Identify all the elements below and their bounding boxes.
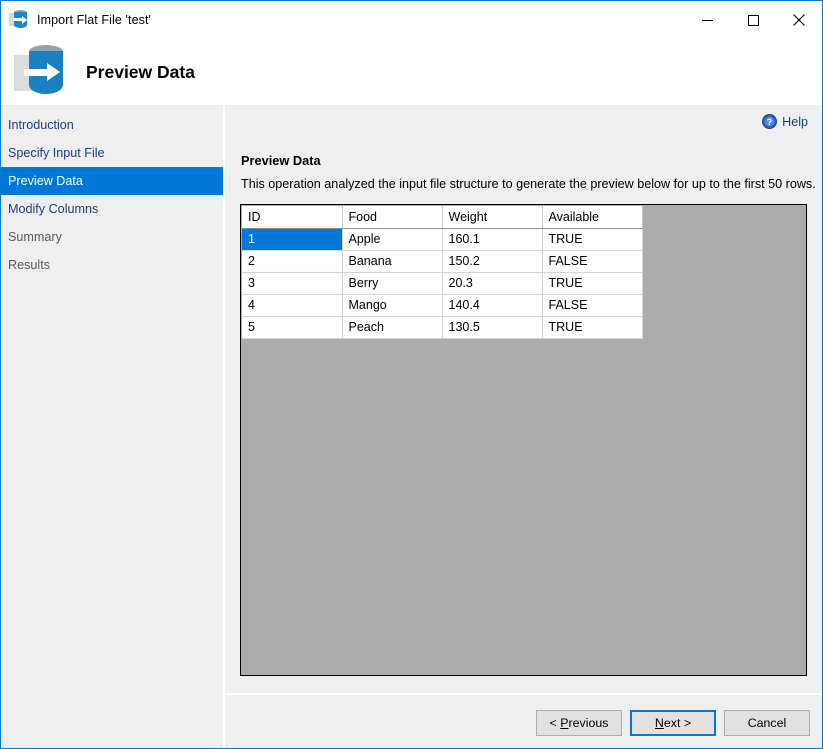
cell-food[interactable]: Banana [342, 250, 442, 272]
import-flat-file-window: Import Flat File 'test' Preview Data Int [0, 0, 823, 749]
svg-text:?: ? [767, 117, 773, 127]
sidebar-item-introduction[interactable]: Introduction [1, 111, 223, 139]
table-header-row: ID Food Weight Available [242, 206, 642, 228]
cell-weight[interactable]: 140.4 [442, 294, 542, 316]
cell-available[interactable]: TRUE [542, 228, 642, 250]
table-row[interactable]: 2 Banana 150.2 FALSE [242, 250, 642, 272]
next-button[interactable]: Next > [630, 710, 716, 736]
table-body: 1 Apple 160.1 TRUE 2 Banana 150.2 FALSE … [242, 228, 642, 338]
title-bar: Import Flat File 'test' [1, 1, 822, 39]
cell-id[interactable]: 4 [242, 294, 342, 316]
cell-weight[interactable]: 130.5 [442, 316, 542, 338]
cell-id[interactable]: 5 [242, 316, 342, 338]
cell-weight[interactable]: 150.2 [442, 250, 542, 272]
minimize-button[interactable] [684, 1, 730, 39]
cell-weight[interactable]: 160.1 [442, 228, 542, 250]
column-header-weight[interactable]: Weight [442, 206, 542, 228]
cancel-button-label: Cancel [748, 716, 787, 730]
cell-available[interactable]: TRUE [542, 272, 642, 294]
cancel-button[interactable]: Cancel [724, 710, 810, 736]
cell-weight[interactable]: 20.3 [442, 272, 542, 294]
cell-id[interactable]: 3 [242, 272, 342, 294]
window-controls [684, 1, 822, 39]
database-import-icon [9, 9, 31, 31]
previous-button-label: < Previous [550, 716, 609, 730]
table-row[interactable]: 3 Berry 20.3 TRUE [242, 272, 642, 294]
table-row[interactable]: 5 Peach 130.5 TRUE [242, 316, 642, 338]
page-header: Preview Data [1, 39, 822, 105]
table-row[interactable]: 4 Mango 140.4 FALSE [242, 294, 642, 316]
next-button-label: Next > [655, 716, 691, 730]
sidebar-item-modify-columns[interactable]: Modify Columns [1, 195, 223, 223]
database-import-icon [14, 44, 72, 100]
window-title: Import Flat File 'test' [37, 13, 151, 27]
content-description: This operation analyzed the input file s… [241, 177, 816, 191]
column-header-food[interactable]: Food [342, 206, 442, 228]
table-row[interactable]: 1 Apple 160.1 TRUE [242, 228, 642, 250]
sidebar-item-results: Results [1, 251, 223, 279]
previous-button[interactable]: < Previous [536, 710, 622, 736]
maximize-button[interactable] [730, 1, 776, 39]
cell-id[interactable]: 2 [242, 250, 342, 272]
cell-available[interactable]: TRUE [542, 316, 642, 338]
accelerator-key: P [560, 716, 568, 730]
preview-data-grid[interactable]: ID Food Weight Available 1 Apple 160.1 T… [240, 204, 807, 676]
help-label: Help [782, 115, 808, 129]
cell-food[interactable]: Peach [342, 316, 442, 338]
accelerator-key: N [655, 716, 664, 730]
wizard-step-sidebar: Introduction Specify Input File Preview … [1, 105, 223, 748]
help-circle-icon: ? [762, 114, 777, 129]
content-pane: ? Help Preview Data This operation analy… [225, 105, 822, 693]
sidebar-item-specify-input-file[interactable]: Specify Input File [1, 139, 223, 167]
column-header-available[interactable]: Available [542, 206, 642, 228]
content-title: Preview Data [241, 153, 321, 168]
footer-bar: < Previous Next > Cancel [225, 695, 822, 748]
cell-id[interactable]: 1 [242, 228, 342, 250]
cell-food[interactable]: Mango [342, 294, 442, 316]
cell-food[interactable]: Berry [342, 272, 442, 294]
table-head: ID Food Weight Available [242, 206, 642, 228]
sidebar-item-summary: Summary [1, 223, 223, 251]
page-title: Preview Data [86, 62, 195, 83]
column-header-id[interactable]: ID [242, 206, 342, 228]
help-link[interactable]: ? Help [762, 114, 808, 129]
close-button[interactable] [776, 1, 822, 39]
cell-food[interactable]: Apple [342, 228, 442, 250]
cell-available[interactable]: FALSE [542, 250, 642, 272]
preview-table: ID Food Weight Available 1 Apple 160.1 T… [242, 206, 643, 339]
sidebar-item-preview-data[interactable]: Preview Data [1, 167, 223, 195]
cell-available[interactable]: FALSE [542, 294, 642, 316]
